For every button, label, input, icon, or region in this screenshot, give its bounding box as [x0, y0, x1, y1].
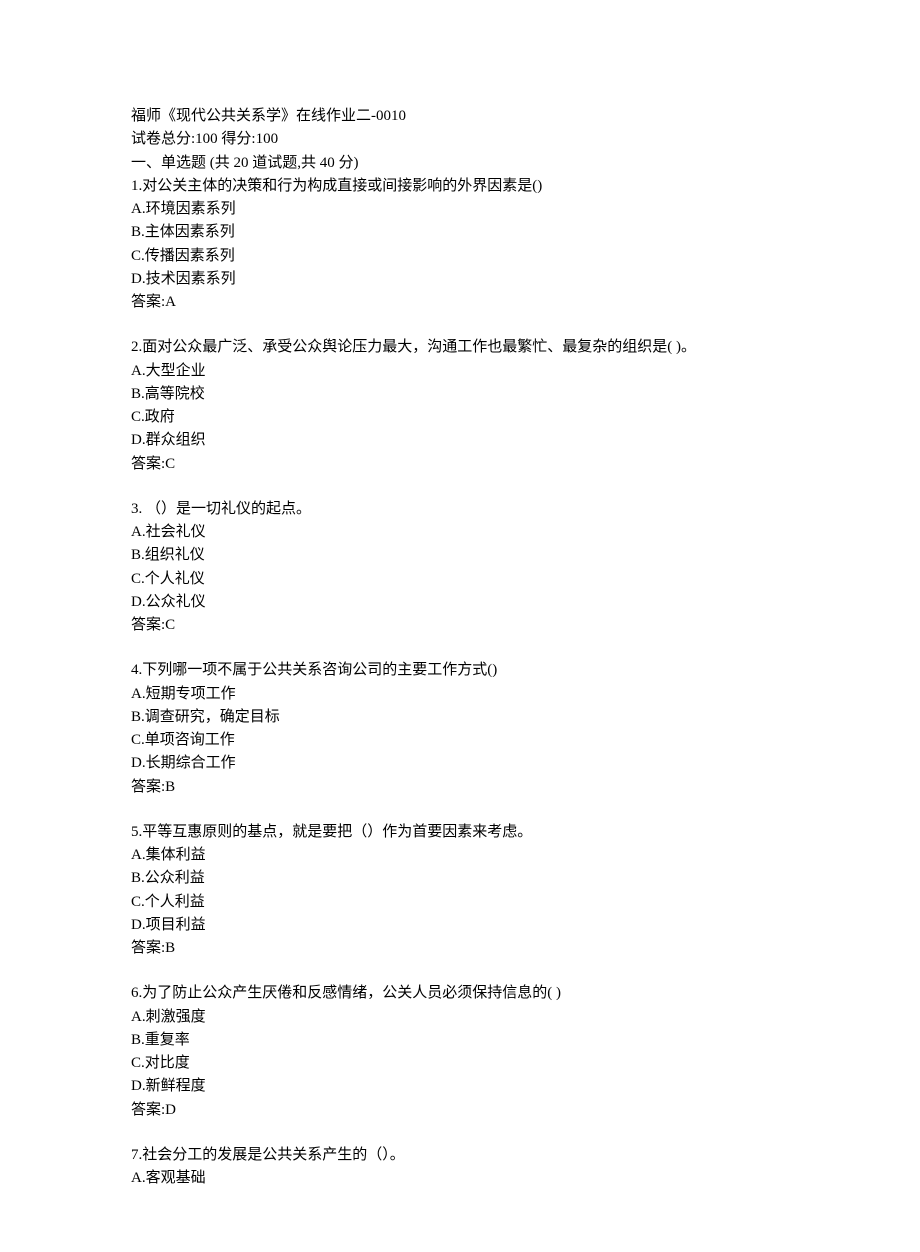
question-answer: 答案:B: [131, 776, 789, 799]
question-6: 6.为了防止公众产生厌倦和反感情绪，公关人员必须保持信息的( ) A.刺激强度 …: [131, 982, 789, 1122]
question-option: A.客观基础: [131, 1167, 789, 1190]
question-stem: 2.面对公众最广泛、承受公众舆论压力最大，沟通工作也最繁忙、最复杂的组织是( )…: [131, 336, 789, 359]
question-option: A.社会礼仪: [131, 521, 789, 544]
question-option: A.刺激强度: [131, 1006, 789, 1029]
score-line: 试卷总分:100 得分:100: [131, 128, 789, 151]
section-title: 一、单选题 (共 20 道试题,共 40 分): [131, 152, 789, 175]
question-option: B.调查研究，确定目标: [131, 706, 789, 729]
question-option: D.新鲜程度: [131, 1075, 789, 1098]
question-stem: 6.为了防止公众产生厌倦和反感情绪，公关人员必须保持信息的( ): [131, 982, 789, 1005]
question-option: D.群众组织: [131, 429, 789, 452]
question-option: A.短期专项工作: [131, 683, 789, 706]
question-4: 4.下列哪一项不属于公共关系咨询公司的主要工作方式() A.短期专项工作 B.调…: [131, 659, 789, 799]
question-stem: 7.社会分工的发展是公共关系产生的（）。: [131, 1144, 789, 1167]
question-answer: 答案:C: [131, 453, 789, 476]
document-header: 福师《现代公共关系学》在线作业二-0010 试卷总分:100 得分:100 一、…: [131, 105, 789, 175]
question-option: C.个人利益: [131, 891, 789, 914]
question-option: D.技术因素系列: [131, 268, 789, 291]
question-option: B.组织礼仪: [131, 544, 789, 567]
question-stem: 1.对公关主体的决策和行为构成直接或间接影响的外界因素是(): [131, 175, 789, 198]
question-answer: 答案:A: [131, 291, 789, 314]
document-content: 福师《现代公共关系学》在线作业二-0010 试卷总分:100 得分:100 一、…: [131, 105, 789, 1190]
question-option: A.大型企业: [131, 360, 789, 383]
question-option: C.个人礼仪: [131, 568, 789, 591]
question-option: C.单项咨询工作: [131, 729, 789, 752]
question-option: D.公众礼仪: [131, 591, 789, 614]
question-stem: 5.平等互惠原则的基点，就是要把（）作为首要因素来考虑。: [131, 821, 789, 844]
question-option: B.公众利益: [131, 867, 789, 890]
question-option: B.高等院校: [131, 383, 789, 406]
title-line: 福师《现代公共关系学》在线作业二-0010: [131, 105, 789, 128]
question-answer: 答案:D: [131, 1099, 789, 1122]
question-option: D.长期综合工作: [131, 752, 789, 775]
question-3: 3. （）是一切礼仪的起点。 A.社会礼仪 B.组织礼仪 C.个人礼仪 D.公众…: [131, 498, 789, 638]
question-answer: 答案:C: [131, 614, 789, 637]
question-7: 7.社会分工的发展是公共关系产生的（）。 A.客观基础: [131, 1144, 789, 1191]
question-option: B.主体因素系列: [131, 221, 789, 244]
question-option: A.环境因素系列: [131, 198, 789, 221]
question-option: D.项目利益: [131, 914, 789, 937]
question-option: B.重复率: [131, 1029, 789, 1052]
question-stem: 3. （）是一切礼仪的起点。: [131, 498, 789, 521]
question-stem: 4.下列哪一项不属于公共关系咨询公司的主要工作方式(): [131, 659, 789, 682]
question-5: 5.平等互惠原则的基点，就是要把（）作为首要因素来考虑。 A.集体利益 B.公众…: [131, 821, 789, 961]
question-answer: 答案:B: [131, 937, 789, 960]
question-option: C.传播因素系列: [131, 245, 789, 268]
question-1: 1.对公关主体的决策和行为构成直接或间接影响的外界因素是() A.环境因素系列 …: [131, 175, 789, 315]
question-option: C.政府: [131, 406, 789, 429]
question-option: C.对比度: [131, 1052, 789, 1075]
question-option: A.集体利益: [131, 844, 789, 867]
question-2: 2.面对公众最广泛、承受公众舆论压力最大，沟通工作也最繁忙、最复杂的组织是( )…: [131, 336, 789, 476]
